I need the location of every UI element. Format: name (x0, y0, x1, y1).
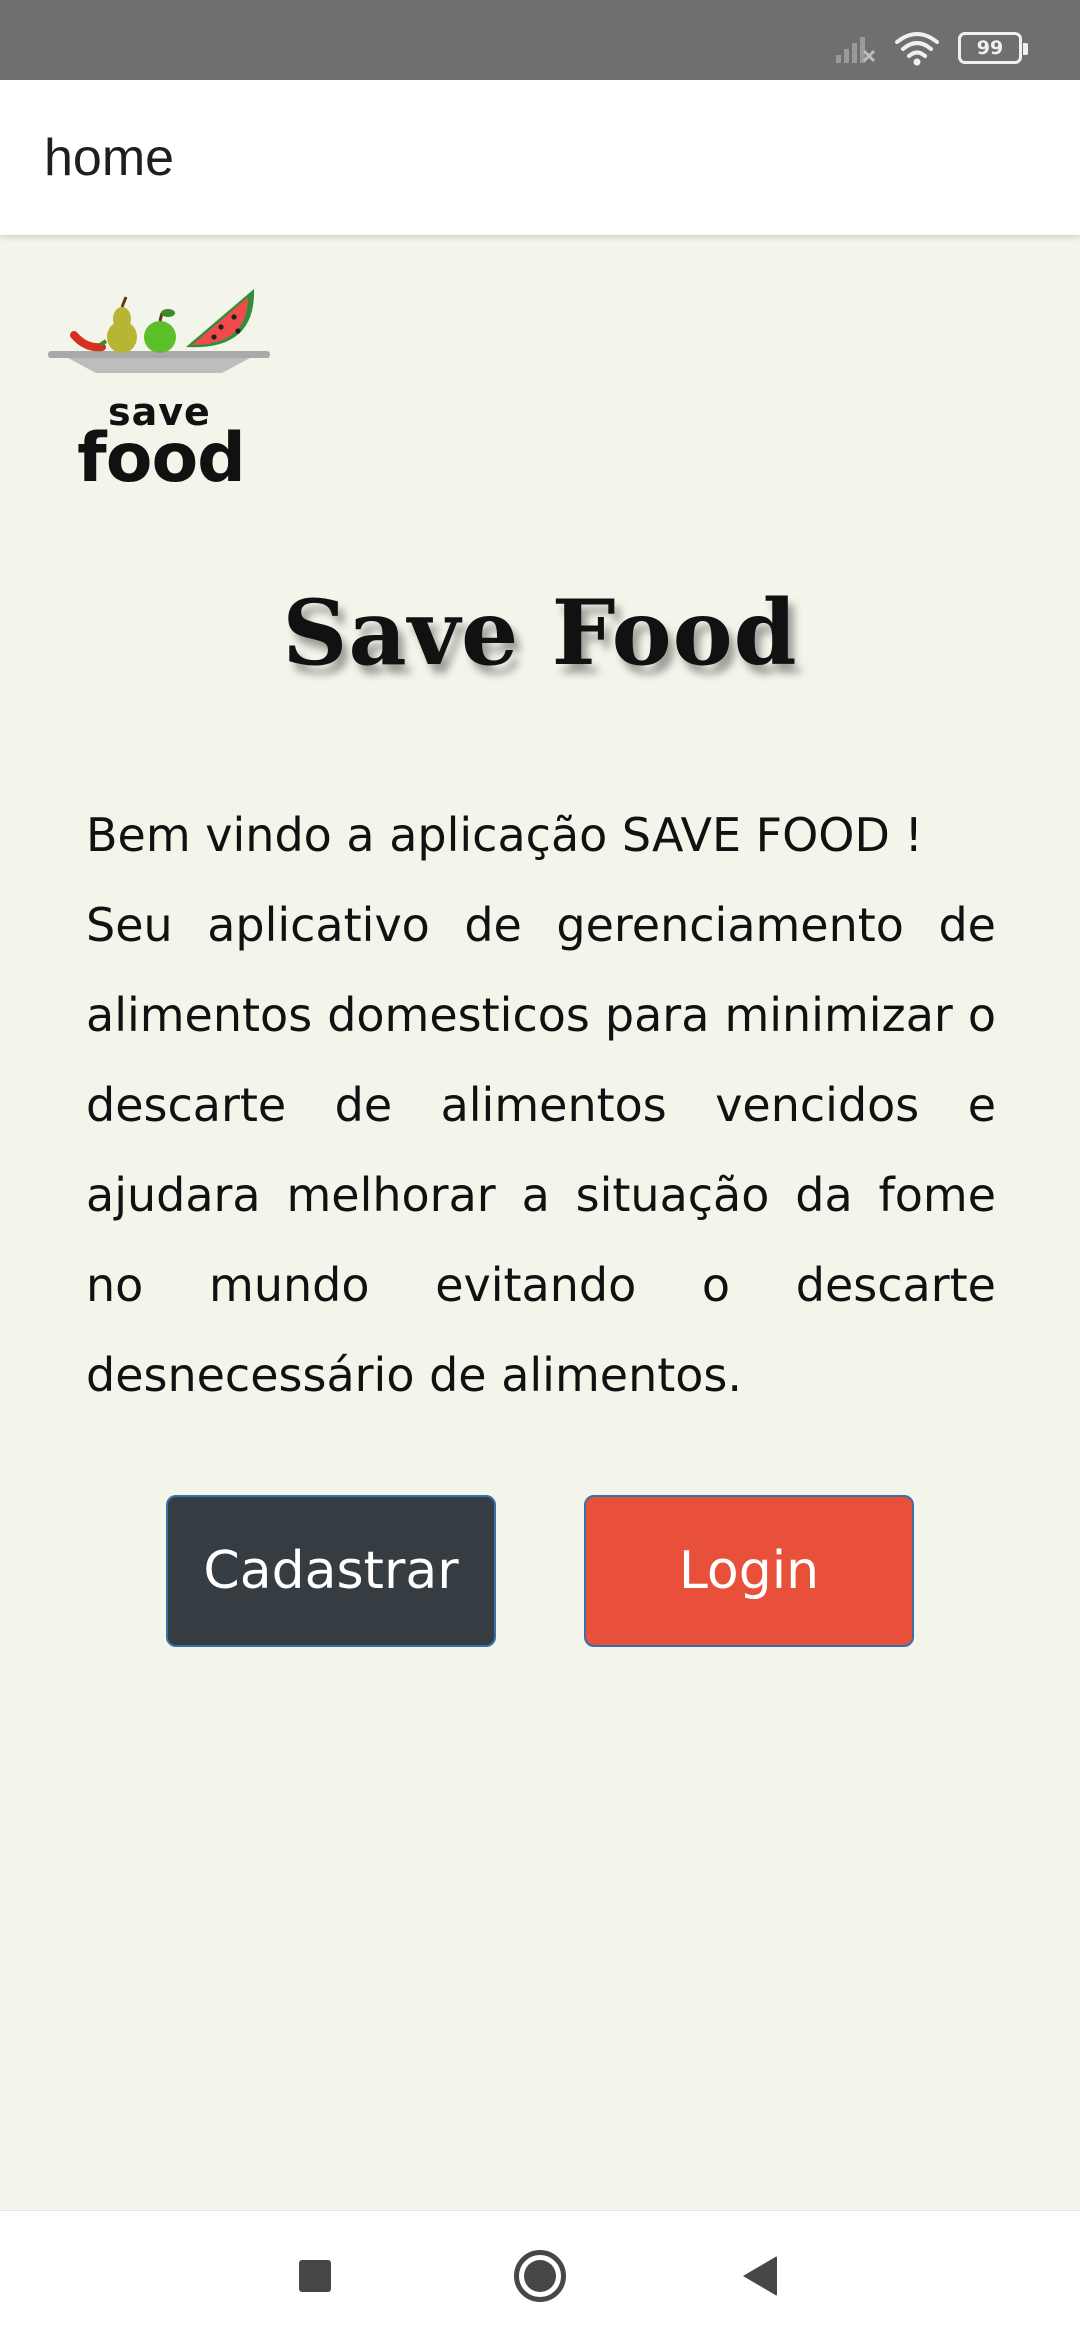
battery-level: 99 (976, 37, 1004, 59)
home-button[interactable] (480, 2211, 600, 2340)
back-triangle-icon (743, 2256, 777, 2296)
app-bar-title: home (44, 129, 175, 187)
app-bar: home (0, 80, 1080, 235)
recents-square-icon (299, 2260, 331, 2292)
logo-text-food: food (77, 419, 246, 498)
home-circle-icon (514, 2250, 566, 2302)
battery-icon: 99 (958, 32, 1028, 64)
login-button[interactable]: Login (584, 1495, 914, 1647)
back-button[interactable] (700, 2211, 820, 2340)
description-text: Seu aplicativo de gerenciamento de alime… (86, 898, 996, 1402)
page-title: Save Food (282, 580, 798, 686)
status-icons: 99 (834, 28, 1028, 68)
wifi-icon (895, 32, 939, 66)
welcome-text: Bem vindo a aplicação SAVE FOOD ! (86, 808, 923, 862)
register-button-label: Cadastrar (203, 1541, 459, 1601)
fruit-plate-icon (48, 289, 270, 373)
recents-button[interactable] (255, 2211, 375, 2340)
welcome-description: Bem vindo a aplicação SAVE FOOD ! Seu ap… (86, 790, 996, 1420)
signal-off-icon (836, 37, 876, 63)
save-food-logo: save food (46, 285, 276, 505)
register-button[interactable]: Cadastrar (166, 1495, 496, 1647)
status-bar: 99 (0, 0, 1080, 80)
system-nav-bar (0, 2210, 1080, 2340)
login-button-label: Login (678, 1541, 820, 1601)
